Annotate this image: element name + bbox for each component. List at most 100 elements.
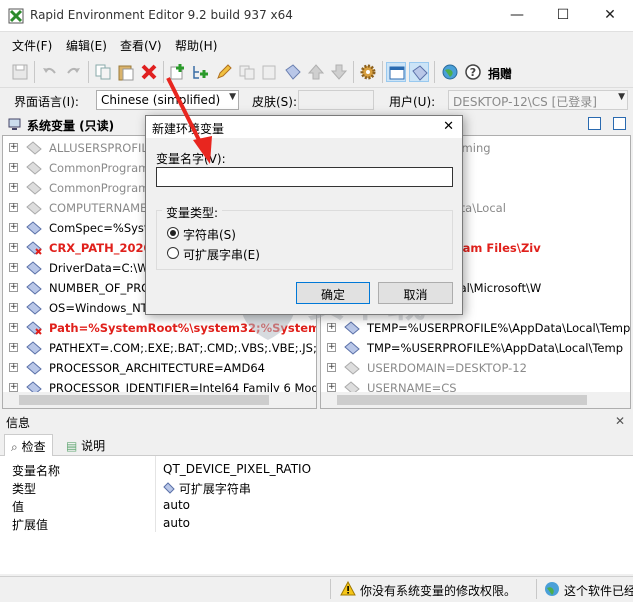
permission-status: 你没有系统变量的修改权限。 [360,584,517,598]
minimize-button[interactable]: — [494,0,540,32]
expand-icon[interactable]: + [9,343,18,352]
horizontal-scrollbar[interactable] [3,392,316,408]
expand-icon[interactable]: + [9,163,18,172]
move-up-icon[interactable] [306,62,326,82]
copy-variable-icon[interactable] [237,62,257,82]
tree-row-text: PROCESSOR_ARCHITECTURE=AMD64 [49,361,265,375]
radio-string[interactable] [167,227,179,239]
system-panel-title: 系统变量 (只读) [27,119,115,133]
variable-tag-icon [26,221,42,235]
expand-icon[interactable]: + [9,183,18,192]
expand-icon[interactable]: + [9,143,18,152]
svg-text:?: ? [470,66,476,79]
globe-status-icon [545,582,559,596]
radio-expandable-string[interactable] [167,247,179,259]
variable-tag-icon [26,281,42,295]
chevron-down-icon: ▼ [618,92,625,102]
radio-string-label[interactable]: 字符串(S) [183,226,236,243]
ok-button[interactable]: 确定 [296,282,370,304]
expand-icon[interactable]: + [9,243,18,252]
undo-icon[interactable] [40,62,60,82]
tab-explain[interactable]: ▤ 说明 [60,434,111,456]
delete-icon[interactable] [139,62,159,82]
title-bar: Rapid Environment Editor 9.2 build 937 x… [0,0,633,32]
close-info-icon[interactable]: ✕ [615,414,625,428]
menu-edit[interactable]: 编辑(E) [66,37,107,54]
maximize-button[interactable]: ☐ [540,0,586,32]
scrollbar-thumb[interactable] [19,395,269,405]
menu-bar: 文件(F) 编辑(E) 查看(V) 帮助(H) [0,33,633,55]
move-down-icon[interactable] [329,62,349,82]
readonly-tag-icon [26,161,42,175]
tree-row[interactable]: + USERDOMAIN=DESKTOP-12 [321,358,630,378]
type-tag-icon[interactable] [283,62,303,82]
variable-tag-icon [26,261,42,275]
help-icon[interactable]: ? [463,62,483,82]
tab-inspect[interactable]: ⌕ 检查 [4,434,53,456]
user-label: 用户(U): [389,95,436,109]
expand-icon[interactable]: + [9,283,18,292]
document-icon: ▤ [66,439,78,453]
expand-icon[interactable]: + [9,383,18,392]
info-value: auto [163,516,191,530]
paste-variable-icon[interactable] [260,62,280,82]
close-icon[interactable]: ✕ [443,119,454,134]
expand-icon[interactable]: + [9,223,18,232]
readonly-tag-icon [26,181,42,195]
expand-icon[interactable]: + [9,203,18,212]
cancel-button[interactable]: 取消 [378,282,453,304]
collapse-panel-icon[interactable] [588,117,601,130]
user-select[interactable]: DESKTOP-12\CS [已登录] ▼ [448,90,628,110]
expand-panel-icon[interactable] [613,117,626,130]
donate-button[interactable]: 捐赠 [488,65,512,82]
window-title: Rapid Environment Editor 9.2 build 937 x… [30,8,293,22]
info-table: 变量名称 QT_DEVICE_PIXEL_RATIO 类型 可扩展字符串 值 a… [0,456,633,574]
info-row: 扩展值 auto [0,514,633,532]
skin-label: 皮肤(S): [252,95,298,109]
radio-expandable-string-label[interactable]: 可扩展字串(E) [183,246,260,263]
expand-icon[interactable]: + [327,363,336,372]
copy-icon[interactable] [93,62,113,82]
expand-icon[interactable]: + [9,323,18,332]
readonly-tag-icon [26,141,42,155]
menu-file[interactable]: 文件(F) [12,37,52,54]
tree-row-text: USERDOMAIN=DESKTOP-12 [367,361,527,375]
tree-row-text: CRX_PATH_2020_ [49,241,158,255]
app-icon [8,8,24,24]
menu-help[interactable]: 帮助(H) [175,37,217,54]
expand-icon[interactable]: + [9,263,18,272]
computer-icon [8,118,21,130]
scrollbar-thumb[interactable] [337,395,587,405]
paste-icon[interactable] [116,62,136,82]
info-key: 值 [12,500,25,514]
horizontal-scrollbar[interactable] [321,392,630,408]
variable-type-label: 变量类型: [162,204,223,221]
toolbar: ? 捐赠 [0,56,633,88]
menu-view[interactable]: 查看(V) [120,37,162,54]
variable-tag-icon [26,341,42,355]
info-value: QT_DEVICE_PIXEL_RATIO [163,462,312,476]
status-bar: 你没有系统变量的修改权限。 这个软件已经 [0,576,633,602]
expand-icon[interactable]: + [9,303,18,312]
variable-tag-icon [26,361,42,375]
tab-explain-label: 说明 [81,439,106,453]
expand-icon[interactable]: + [9,363,18,372]
expand-icon[interactable]: + [327,383,336,392]
info-tabs: ⌕ 检查 ▤ 说明 [0,432,633,456]
search-icon: ⌕ [11,440,18,454]
software-status: 这个软件已经 [564,584,633,598]
variable-tag-icon [26,321,42,335]
skin-select[interactable] [298,90,374,110]
save-icon[interactable] [10,62,30,82]
web-globe-icon[interactable] [440,62,460,82]
tree-row[interactable]: + PROCESSOR_ARCHITECTURE=AMD64 [3,358,316,378]
tag-view-icon[interactable] [409,62,429,82]
info-key: 扩展值 [12,518,49,532]
readonly-tag-icon [26,201,42,215]
settings-gear-icon[interactable] [358,62,378,82]
window-view-icon[interactable] [386,62,406,82]
info-row: 类型 可扩展字符串 [0,478,633,496]
redo-icon[interactable] [63,62,83,82]
language-label: 界面语言(I): [14,95,79,109]
close-window-button[interactable]: ✕ [587,0,633,32]
